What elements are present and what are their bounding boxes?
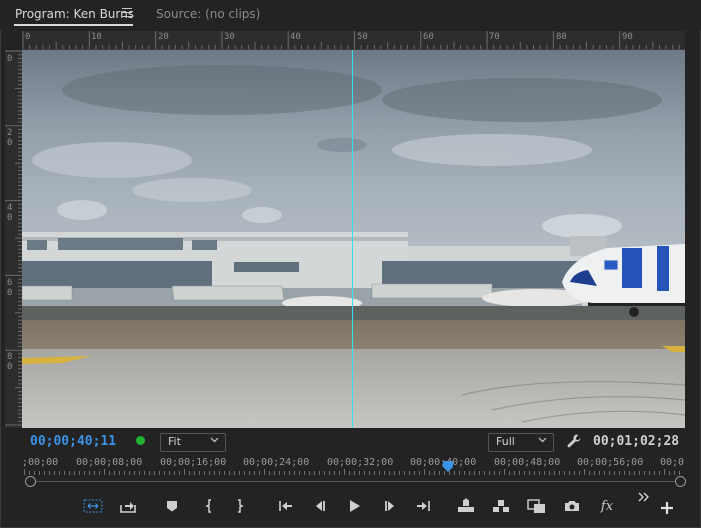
h-ruler-label: 0 (25, 32, 31, 42)
fx-icon: fx (600, 498, 614, 514)
h-ruler-label: 30 (224, 32, 235, 42)
comparison-view-button[interactable] (527, 497, 547, 515)
h-ruler-label: 90 (622, 32, 633, 42)
chevron-down-icon (210, 437, 219, 443)
current-timecode[interactable]: 00;00;40;11 (30, 434, 116, 449)
status-indicator-dot (136, 436, 145, 445)
h-ruler-label: 60 (423, 32, 434, 42)
lift-icon (120, 502, 136, 513)
step-back-icon (316, 501, 325, 511)
duration-timecode: 00;01;02;28 (593, 434, 680, 449)
zoom-level-value: Fit (168, 435, 181, 448)
time-ruler-label: 00;00;24;00 (243, 457, 310, 468)
play-button[interactable] (344, 497, 364, 515)
v-ruler-label: 40 (7, 203, 13, 223)
h-ruler-label: 40 (290, 32, 301, 42)
tab-program[interactable]: Program: Ken Burns (15, 7, 134, 21)
h-ruler-label: 80 (556, 32, 567, 42)
h-ruler-label: 10 (91, 32, 102, 42)
h-ruler-label: 70 (489, 32, 500, 42)
vertical-ruler[interactable]: 0 20 40 60 80 (5, 50, 22, 428)
horizontal-ruler[interactable]: 0 10 20 30 40 50 60 70 80 90 (22, 31, 685, 50)
zoom-level-select[interactable]: Fit (160, 433, 226, 452)
time-ruler-labels: ;00;00 00;00;08;00 00;00;16;00 00;00;24;… (22, 457, 685, 469)
v-ruler-label: 0 (7, 54, 13, 64)
marker-icon (167, 501, 177, 512)
mark-in-icon (205, 499, 211, 513)
mark-in-button[interactable] (199, 497, 219, 515)
v-ruler-label: 80 (7, 352, 13, 372)
time-ruler-label: 00;00;32;00 (327, 457, 394, 468)
go-to-in-icon (279, 501, 292, 511)
time-ruler-label: 00;00;56;00 (577, 457, 644, 468)
wrench-icon[interactable] (566, 433, 582, 449)
h-ruler-label: 20 (158, 32, 169, 42)
zoom-scrollbar[interactable] (26, 481, 684, 482)
step-forward-button[interactable] (380, 497, 400, 515)
effects-button[interactable]: fx (597, 497, 617, 515)
add-marker-button[interactable] (162, 497, 182, 515)
horizontal-ruler-ticks (22, 31, 680, 49)
time-ruler-label: 00;00;08;00 (76, 457, 143, 468)
double-chevron-right-icon (638, 492, 649, 502)
center-guide-line[interactable] (352, 50, 353, 428)
active-tab-indicator (14, 24, 133, 26)
toggle-proxies-button[interactable] (83, 497, 103, 515)
zoom-scrollbar-left-handle[interactable] (25, 476, 36, 487)
airport-scene-image (22, 50, 685, 428)
v-ruler-label: 20 (7, 128, 13, 148)
lift-clip-icon (458, 498, 474, 512)
chevron-down-icon (538, 437, 547, 443)
step-forward-icon (385, 501, 394, 511)
program-video-frame[interactable] (22, 50, 685, 428)
panel-menu-icon[interactable] (122, 8, 132, 18)
step-back-button[interactable] (310, 497, 330, 515)
go-to-in-button[interactable] (275, 497, 295, 515)
playback-resolution-value: Full (496, 435, 515, 448)
export-frame-out-button[interactable] (118, 497, 138, 515)
v-ruler-label: 60 (7, 278, 13, 298)
go-to-out-icon (417, 501, 430, 511)
extract-clip-icon (493, 500, 509, 512)
extract-button[interactable] (491, 497, 511, 515)
time-ruler-label: 00;00;48;00 (494, 457, 561, 468)
zoom-scrollbar-right-handle[interactable] (675, 476, 686, 487)
mark-out-icon (238, 499, 244, 513)
time-ruler-label: ;00;00 (22, 457, 59, 468)
export-frame-button[interactable] (562, 497, 582, 515)
time-ruler-label: 00;00;16;00 (160, 457, 227, 468)
time-ruler-ticks[interactable] (24, 469, 684, 475)
proxy-toggle-icon (83, 499, 103, 513)
mark-out-button[interactable] (230, 497, 250, 515)
lift-button[interactable] (456, 497, 476, 515)
camera-icon (565, 501, 579, 511)
compare-view-icon (527, 499, 545, 513)
more-controls-button[interactable] (637, 490, 651, 504)
tab-source[interactable]: Source: (no clips) (156, 7, 260, 21)
play-icon (350, 500, 360, 512)
panel-tab-bar: Program: Ken Burns Source: (no clips) (0, 0, 701, 30)
go-to-out-button[interactable] (414, 497, 434, 515)
button-editor-button[interactable] (657, 499, 677, 517)
time-ruler-label: 00;0 (660, 457, 685, 468)
playback-resolution-select[interactable]: Full (488, 433, 554, 452)
plus-icon (661, 502, 673, 514)
h-ruler-label: 50 (357, 32, 368, 42)
playhead[interactable] (442, 461, 454, 473)
